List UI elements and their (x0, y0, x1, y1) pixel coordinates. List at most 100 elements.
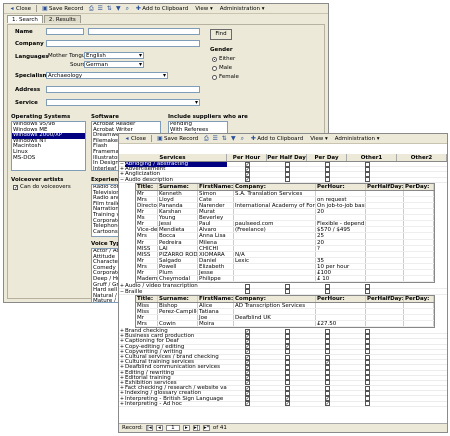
supplier-cell[interactable] (404, 308, 434, 314)
supplier-cell[interactable] (404, 257, 434, 263)
supplier-cell[interactable] (316, 190, 366, 196)
supplier-cell[interactable]: Joe (198, 314, 234, 320)
supplier-cell[interactable]: Paul (198, 221, 234, 227)
supplier-cell[interactable] (366, 257, 404, 263)
supplier-cell[interactable]: Pananda (158, 202, 198, 209)
supplier-cell[interactable]: Philippe (198, 276, 234, 282)
subtable-column-header[interactable]: PerHour: (316, 295, 366, 302)
supplier-cell[interactable]: MISS (136, 251, 158, 257)
list-icon[interactable]: ☰ (212, 135, 218, 142)
supplier-cell[interactable]: S.A. Translation Services (234, 190, 316, 196)
column-header[interactable]: Per Hour (227, 154, 267, 161)
rate-checkbox[interactable] (284, 401, 290, 407)
subtable-column-header[interactable]: Company: (234, 295, 316, 302)
supplier-cell[interactable]: Flexible - depend (316, 221, 366, 227)
supplier-cell[interactable] (366, 302, 404, 308)
supplier-cell[interactable]: Plum (158, 269, 198, 276)
supplier-cell[interactable] (366, 276, 404, 282)
supplier-cell[interactable] (316, 215, 366, 221)
supplier-cell[interactable] (404, 314, 434, 320)
column-header[interactable]: Per Day (307, 154, 347, 161)
list-icon[interactable]: ☰ (97, 5, 103, 12)
column-header[interactable]: Per Half Day (267, 154, 307, 161)
supplier-cell[interactable]: Tatiana (198, 308, 234, 314)
supplier-cell[interactable]: Young (158, 215, 198, 221)
supplier-cell[interactable] (366, 202, 404, 209)
view-menu[interactable]: View ▾ (193, 6, 215, 12)
supplier-cell[interactable]: paulseed.com (234, 221, 316, 227)
supplier-cell[interactable]: Alvaro (198, 227, 234, 233)
supplier-cell[interactable] (234, 276, 316, 282)
rate-checkbox[interactable] (284, 177, 290, 183)
supplier-cell[interactable]: Daniel (198, 257, 234, 263)
prev-record-button[interactable]: ◂ (155, 425, 163, 431)
supplier-cell[interactable]: $570 / $495 (316, 227, 366, 233)
subtable-column-header[interactable]: PerHalfDay: (366, 295, 404, 302)
supplier-cell[interactable]: Bocca (158, 233, 198, 239)
rate-checkbox[interactable] (324, 401, 330, 407)
supplier-cell[interactable]: Cheymodal (158, 276, 198, 282)
supplier-cell[interactable] (316, 302, 366, 308)
supplier-cell[interactable] (234, 209, 316, 215)
supplier-cell[interactable] (366, 245, 404, 251)
supplier-cell[interactable]: Beverley (198, 215, 234, 221)
supplier-cell[interactable]: Kenneth (158, 190, 198, 196)
rate-checkbox[interactable] (244, 289, 250, 295)
supplier-cell[interactable] (366, 314, 404, 320)
supplier-cell[interactable]: ? (316, 245, 366, 251)
current-record-field[interactable]: 1 (165, 425, 180, 431)
supplier-cell[interactable] (366, 308, 404, 314)
supplier-cell[interactable] (234, 263, 316, 269)
supplier-cell[interactable]: 10 per hour (316, 263, 366, 269)
supplier-cell[interactable]: Vice-de (136, 227, 158, 233)
supplier-cell[interactable] (316, 308, 366, 314)
view-menu[interactable]: View ▾ (308, 136, 330, 142)
supplier-cell[interactable] (404, 263, 434, 269)
column-header[interactable]: Services (119, 154, 227, 161)
service-row[interactable]: + Interpreting - Ad hoc (119, 401, 447, 407)
next-record-button[interactable]: ▸ (182, 425, 190, 431)
supplier-cell[interactable] (404, 209, 434, 215)
supplier-cell[interactable] (404, 245, 434, 251)
tab-results[interactable]: 2. Results (43, 15, 81, 23)
supplier-cell[interactable]: Mrs (136, 196, 158, 202)
supplier-row[interactable]: MademoisCheymodalPhilippe £ 10 (136, 276, 434, 283)
os-listbox[interactable]: Windows 95/98 Windows ME Windows 2000/XP Wi… (11, 121, 86, 171)
search-icon[interactable]: ⌕ (124, 5, 130, 12)
supplier-cell[interactable]: Alice (198, 302, 234, 308)
rate-checkbox[interactable] (324, 289, 330, 295)
supplier-cell[interactable]: Mr (136, 190, 158, 196)
supplier-cell[interactable] (366, 239, 404, 245)
supplier-cell[interactable]: Mr (136, 221, 158, 227)
supplier-cell[interactable]: XIOMARA (198, 251, 234, 257)
specialism-select[interactable]: Archaeology (46, 72, 168, 79)
supplier-cell[interactable] (404, 227, 434, 233)
supplier-cell[interactable]: Mr (136, 239, 158, 245)
supplier-row[interactable]: Mrs Cowin Moira £27.50 (136, 320, 434, 327)
supplier-cell[interactable]: Mr (136, 209, 158, 215)
supplier-cell[interactable] (234, 269, 316, 276)
gender-male-radio[interactable]: Male (212, 65, 232, 71)
subtable-column-header[interactable]: FirstName: (198, 295, 234, 302)
gender-either-radio[interactable]: Either (212, 56, 235, 62)
supplier-cell[interactable] (404, 233, 434, 239)
subtable-column-header[interactable]: Title: (136, 295, 158, 302)
voiceover-checkbox[interactable]: Can do voiceovers (13, 184, 71, 190)
sort-icon[interactable]: ⇅ (106, 5, 112, 12)
supplier-cell[interactable]: Pedreira (158, 239, 198, 245)
surname-input[interactable] (88, 28, 200, 35)
new-record-button[interactable]: ▸* (202, 425, 210, 431)
supplier-cell[interactable]: Narender (198, 202, 234, 209)
supplier-cell[interactable] (404, 221, 434, 227)
supplier-cell[interactable]: AD Transcription Services (234, 302, 316, 308)
supplier-cell[interactable]: N/A (234, 251, 316, 257)
company-input[interactable] (46, 40, 200, 47)
administration-menu[interactable]: Administration ▾ (333, 136, 382, 142)
save-record-button[interactable]: ▣ Save Record (40, 5, 85, 12)
last-record-button[interactable]: ▸| (192, 425, 200, 431)
supplier-cell[interactable]: Jesse (198, 269, 234, 276)
supplier-cell[interactable]: Mademois (136, 276, 158, 282)
supplier-cell[interactable] (404, 269, 434, 276)
add-to-clipboard-button[interactable]: ✚ Add to Clipboard (248, 135, 305, 142)
supplier-cell[interactable]: (Freelance) (234, 227, 316, 233)
